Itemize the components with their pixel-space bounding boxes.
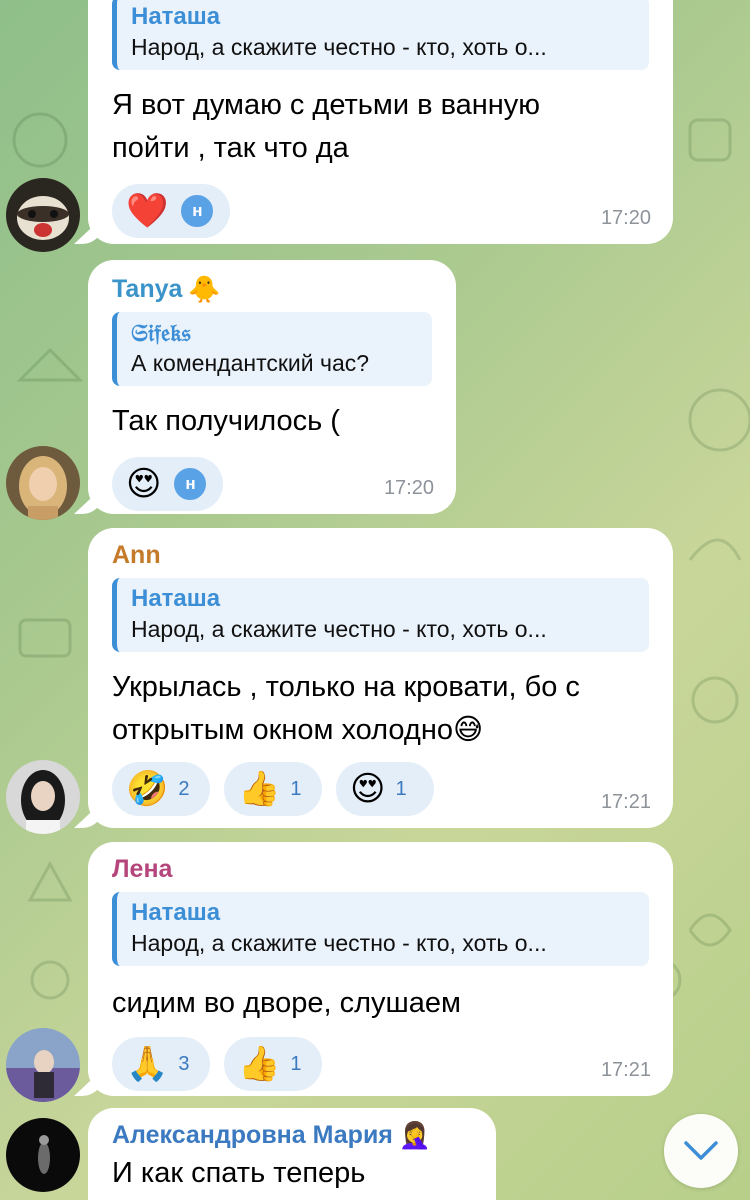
reactor-avatar: н (171, 465, 210, 503)
reply-author: Наташа (131, 899, 221, 926)
scroll-to-bottom-button[interactable] (664, 1114, 738, 1188)
heart-emoji-icon: ❤️ (126, 192, 169, 230)
reply-quote[interactable]: Наташа Народ, а скажите честно - кто, хо… (112, 0, 649, 70)
reaction-count: 1 (395, 777, 407, 800)
thumbs-up-emoji-icon: 👍 (238, 1045, 281, 1083)
message-text: Укрылась , только на кровати, бо с откры… (112, 666, 649, 752)
heart-eyes-emoji-icon: 😍 (126, 465, 162, 503)
message-line: Я вот думаю с детьми в ванную (112, 89, 541, 121)
blonde-woman-avatar[interactable] (6, 446, 80, 520)
message-bubble[interactable]: Лена Наташа Народ, а скажите честно - кт… (88, 842, 673, 1096)
reaction-count: 2 (178, 777, 190, 800)
message-bubble[interactable]: Наташа Народ, а скажите честно - кто, хо… (88, 0, 673, 244)
reply-author: Наташа (131, 585, 221, 612)
reaction-thumbs-up[interactable]: 👍 1 (224, 1037, 322, 1091)
reaction-laughing[interactable]: 🤣 2 (112, 762, 210, 816)
reactions-row: 🙏 3 👍 1 (112, 1037, 649, 1091)
message-time: 17:21 (600, 791, 651, 813)
dark-hair-woman-avatar[interactable] (6, 760, 80, 834)
message-line: Так получилось ( (112, 405, 340, 437)
message-line: Укрылась , только на кровати, бо с (112, 671, 580, 703)
sender-name[interactable]: Tanya 🐥 (112, 274, 432, 304)
reactions-row: ❤️ н (112, 184, 649, 238)
reply-quote[interactable]: Наташа Народ, а скажите честно - кто, хо… (112, 892, 649, 966)
message-line: сидим во дворе, слушаем (112, 987, 461, 1019)
reaction-heart-eyes[interactable]: 😍 1 (336, 762, 434, 816)
thumbs-up-emoji-icon: 👍 (238, 770, 281, 808)
reactions-row: 🤣 2 👍 1 😍 1 (112, 762, 649, 816)
reaction-thumbs-up[interactable]: 👍 1 (224, 762, 322, 816)
reply-author: Наташа (131, 3, 221, 30)
reply-text: Народ, а скажите честно - кто, хоть о... (131, 930, 547, 956)
reply-quote[interactable]: Наташа Народ, а скажите честно - кто, хо… (112, 578, 649, 652)
facepalm-emoji-icon: 🤦‍♀️ (398, 1120, 432, 1150)
rolling-laughing-emoji-icon: 🤣 (126, 770, 169, 808)
chevron-down-icon (684, 1141, 718, 1160)
sender-name[interactable]: Лена (112, 854, 649, 884)
message-text: И как спать теперь (112, 1152, 472, 1195)
message-time: 17:20 (383, 477, 434, 499)
ferret-avatar[interactable] (6, 178, 80, 252)
reaction-pray[interactable]: 🙏 3 (112, 1037, 210, 1091)
message-bubble[interactable]: Александровна Мария 🤦‍♀️ И как спать теп… (88, 1108, 496, 1200)
folded-hands-emoji-icon: 🙏 (126, 1045, 169, 1083)
message-text: сидим во дворе, слушаем (112, 982, 649, 1025)
reaction-count: 1 (290, 777, 302, 800)
message-line: открытым окном холодно😅 (112, 714, 484, 746)
message-line: пойти , так что да (112, 132, 349, 164)
message-text: Так получилось ( (112, 400, 432, 443)
reply-text: А комендантский час? (131, 350, 370, 376)
reaction-count: 3 (178, 1052, 190, 1075)
reactor-avatar: н (178, 192, 217, 230)
message-line: И как спать теперь (112, 1157, 366, 1189)
message-time: 17:21 (600, 1059, 651, 1081)
reply-author: 𝔖𝔦𝔣𝔢𝔨𝔰 (131, 318, 191, 347)
reaction-count: 1 (290, 1052, 302, 1075)
reaction-heart-eyes[interactable]: 😍 н (112, 457, 224, 511)
message-time: 17:20 (600, 207, 651, 229)
lavender-field-avatar[interactable] (6, 1028, 80, 1102)
reply-quote[interactable]: 𝔖𝔦𝔣𝔢𝔨𝔰 А комендантский час? (112, 312, 432, 386)
reply-text: Народ, а скажите честно - кто, хоть о... (131, 616, 547, 642)
heart-eyes-emoji-icon: 😍 (350, 770, 386, 808)
sender-name[interactable]: Ann (112, 540, 649, 570)
reaction-heart[interactable]: ❤️ н (112, 184, 231, 238)
sender-name[interactable]: Александровна Мария 🤦‍♀️ (112, 1120, 472, 1150)
reply-text: Народ, а скажите честно - кто, хоть о... (131, 34, 547, 60)
message-bubble[interactable]: Ann Наташа Народ, а скажите честно - кто… (88, 528, 673, 828)
night-photo-avatar[interactable] (6, 1118, 80, 1192)
sender-emoji-icon: 🐥 (188, 274, 221, 304)
message-text: Я вот думаю с детьми в ванную пойти , та… (112, 84, 649, 170)
message-bubble[interactable]: Tanya 🐥 𝔖𝔦𝔣𝔢𝔨𝔰 А комендантский час? Так … (88, 260, 456, 514)
